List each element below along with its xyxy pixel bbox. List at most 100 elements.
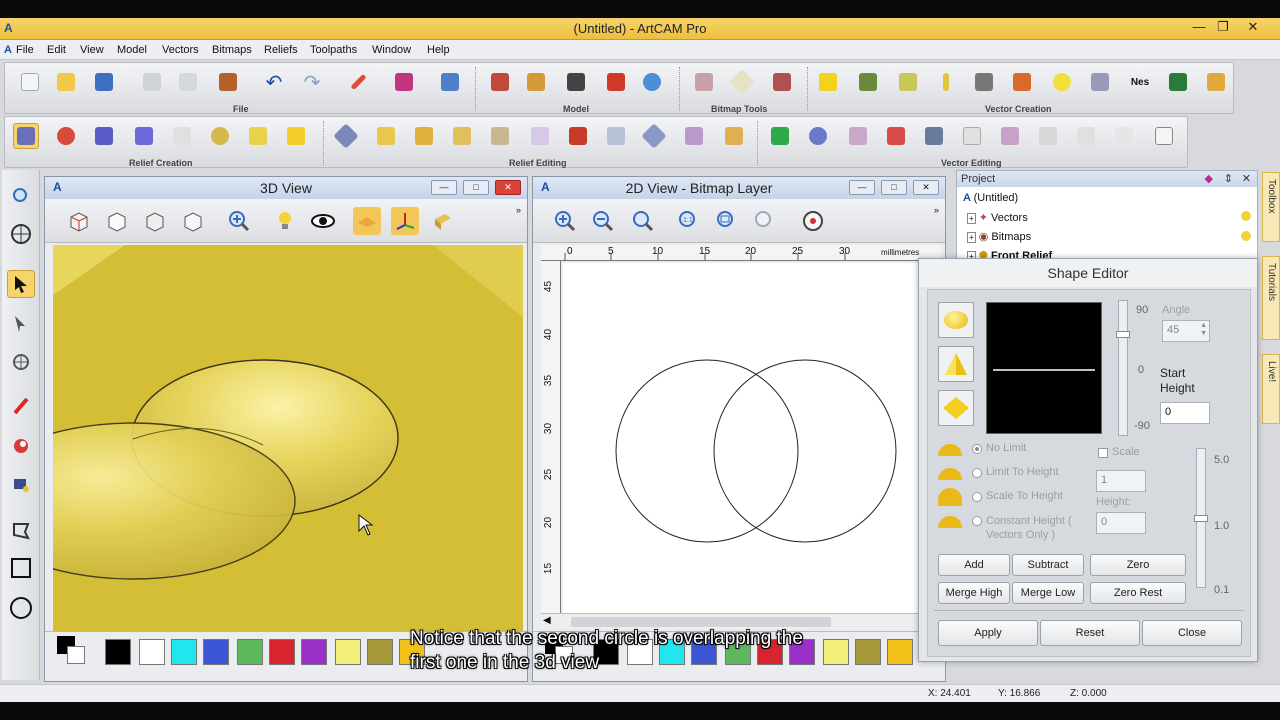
bitmap-shape-icon[interactable] [729,69,755,95]
merge-high-button[interactable]: Merge High [938,582,1010,604]
scale-slider[interactable] [1194,448,1208,588]
2d-zoom-selection-icon[interactable] [751,207,779,235]
angle-slider-thumb[interactable] [1116,331,1130,338]
project-close-icon[interactable]: ✕ [1242,172,1251,185]
brush-icon[interactable] [7,432,35,460]
primary-secondary-color-icon[interactable] [57,636,85,664]
expand-icon[interactable]: + [967,213,976,224]
relief-edit-6-icon[interactable] [527,123,553,149]
vector-bend-icon[interactable] [959,123,985,149]
2d-layer-settings-icon[interactable] [799,207,827,235]
paste-icon[interactable] [215,69,241,95]
swatch-green[interactable] [237,639,263,665]
2d-minimize-button[interactable]: — [849,180,875,195]
menu-bitmaps[interactable]: Bitmaps [212,44,252,56]
side-tab-tutorials[interactable]: Tutorials [1262,256,1280,340]
iso-view-icon[interactable] [65,207,93,235]
eye-icon[interactable] [309,207,337,235]
vector-merge-icon[interactable] [805,123,831,149]
book-icon[interactable] [391,69,417,95]
model-size-icon[interactable] [563,69,589,95]
vector-select-icon[interactable] [997,123,1023,149]
angle-slider[interactable] [1116,300,1130,436]
text-vector-icon[interactable] [1165,69,1191,95]
bitmap-fill-icon[interactable] [691,69,717,95]
vector-trim-icon[interactable] [1111,123,1137,149]
swatch-yellow[interactable] [823,639,849,665]
swatch-purple[interactable] [301,639,327,665]
relief-edit-11-icon[interactable] [721,123,747,149]
layers-icon[interactable] [1087,69,1113,95]
relief-edit-10-icon[interactable] [681,123,707,149]
globe-icon[interactable] [7,220,35,248]
copy-icon[interactable] [175,69,201,95]
expand-icon[interactable]: + [967,232,976,243]
pencil-icon[interactable] [7,392,35,420]
close-dialog-button[interactable]: Close [1142,620,1242,646]
axes-icon[interactable] [391,207,419,235]
vector-wave-icon[interactable] [883,123,909,149]
relief-weave-icon[interactable] [207,123,233,149]
app-menu-icon[interactable]: A [4,44,12,56]
bitmap-tools-icon[interactable] [769,69,795,95]
relief-star-icon[interactable] [91,123,117,149]
side-view-icon[interactable] [179,207,207,235]
relief-edit-7-icon[interactable] [565,123,591,149]
tree-item-root[interactable]: A (Untitled) [963,192,1018,204]
add-button[interactable]: Add [938,554,1010,576]
relief-wizard-icon[interactable] [283,123,309,149]
edit-pencil-icon[interactable] [345,69,371,95]
side-tab-live[interactable]: Live! [1262,354,1280,424]
bezier-icon[interactable] [1009,69,1035,95]
circle-tool-icon[interactable] [7,594,35,622]
vector-transform-icon[interactable] [921,123,947,149]
menu-edit[interactable]: Edit [47,44,66,56]
globe-grid-icon[interactable] [639,69,665,95]
swatch-red[interactable] [269,639,295,665]
scroll-left-icon[interactable]: ◀ [543,615,551,626]
relief-shape-icon[interactable] [53,123,79,149]
menu-view[interactable]: View [80,44,104,56]
relief-extrude-icon[interactable] [131,123,157,149]
swatch-cyan[interactable] [171,639,197,665]
polyline-tool-icon[interactable] [7,516,35,544]
menu-vectors[interactable]: Vectors [162,44,199,56]
cut-icon[interactable] [139,69,165,95]
vector-mirror-icon[interactable] [845,123,871,149]
2d-canvas[interactable] [563,263,949,613]
model-image-icon[interactable] [487,69,513,95]
zero-button[interactable]: Zero [1090,554,1186,576]
menu-file[interactable]: File [16,44,34,56]
select-arrow-icon[interactable] [7,270,35,298]
transform-icon[interactable] [7,348,35,376]
side-tab-toolbox[interactable]: Toolbox [1262,172,1280,242]
relief-select-icon[interactable] [13,123,39,149]
node-vector-icon[interactable] [855,69,881,95]
relief-edit-1-icon[interactable] [333,123,359,149]
relief-layer-icon[interactable] [245,123,271,149]
relief-edit-3-icon[interactable] [411,123,437,149]
swatch-white[interactable] [139,639,165,665]
arc-icon[interactable] [933,69,959,95]
close-button[interactable]: ✕ [1240,19,1266,37]
merge-low-button[interactable]: Merge Low [1012,582,1084,604]
toolbar-overflow-icon[interactable]: » [934,205,939,215]
polyline-icon[interactable] [895,69,921,95]
reset-button[interactable]: Reset [1040,620,1140,646]
material-icon[interactable] [429,207,457,235]
autohide-icon[interactable]: ⇕ [1224,172,1233,185]
save-icon[interactable] [91,69,117,95]
restore-button[interactable]: ❐ [1210,19,1236,37]
visibility-bulb-icon[interactable] [1241,211,1251,221]
zoom-in-icon[interactable] [225,207,253,235]
constant-height-radio[interactable] [972,516,982,526]
front-view-icon[interactable] [103,207,131,235]
vector-offset-icon[interactable] [1073,123,1099,149]
menu-model[interactable]: Model [117,44,147,56]
tree-item-vectors[interactable]: + ✦ Vectors [967,211,1028,224]
ellipse-vector-icon[interactable] [1049,69,1075,95]
round-profile-button[interactable] [938,302,974,338]
cross-vector-icon[interactable] [971,69,997,95]
scale-checkbox[interactable] [1098,448,1108,458]
bear-icon[interactable] [523,69,549,95]
